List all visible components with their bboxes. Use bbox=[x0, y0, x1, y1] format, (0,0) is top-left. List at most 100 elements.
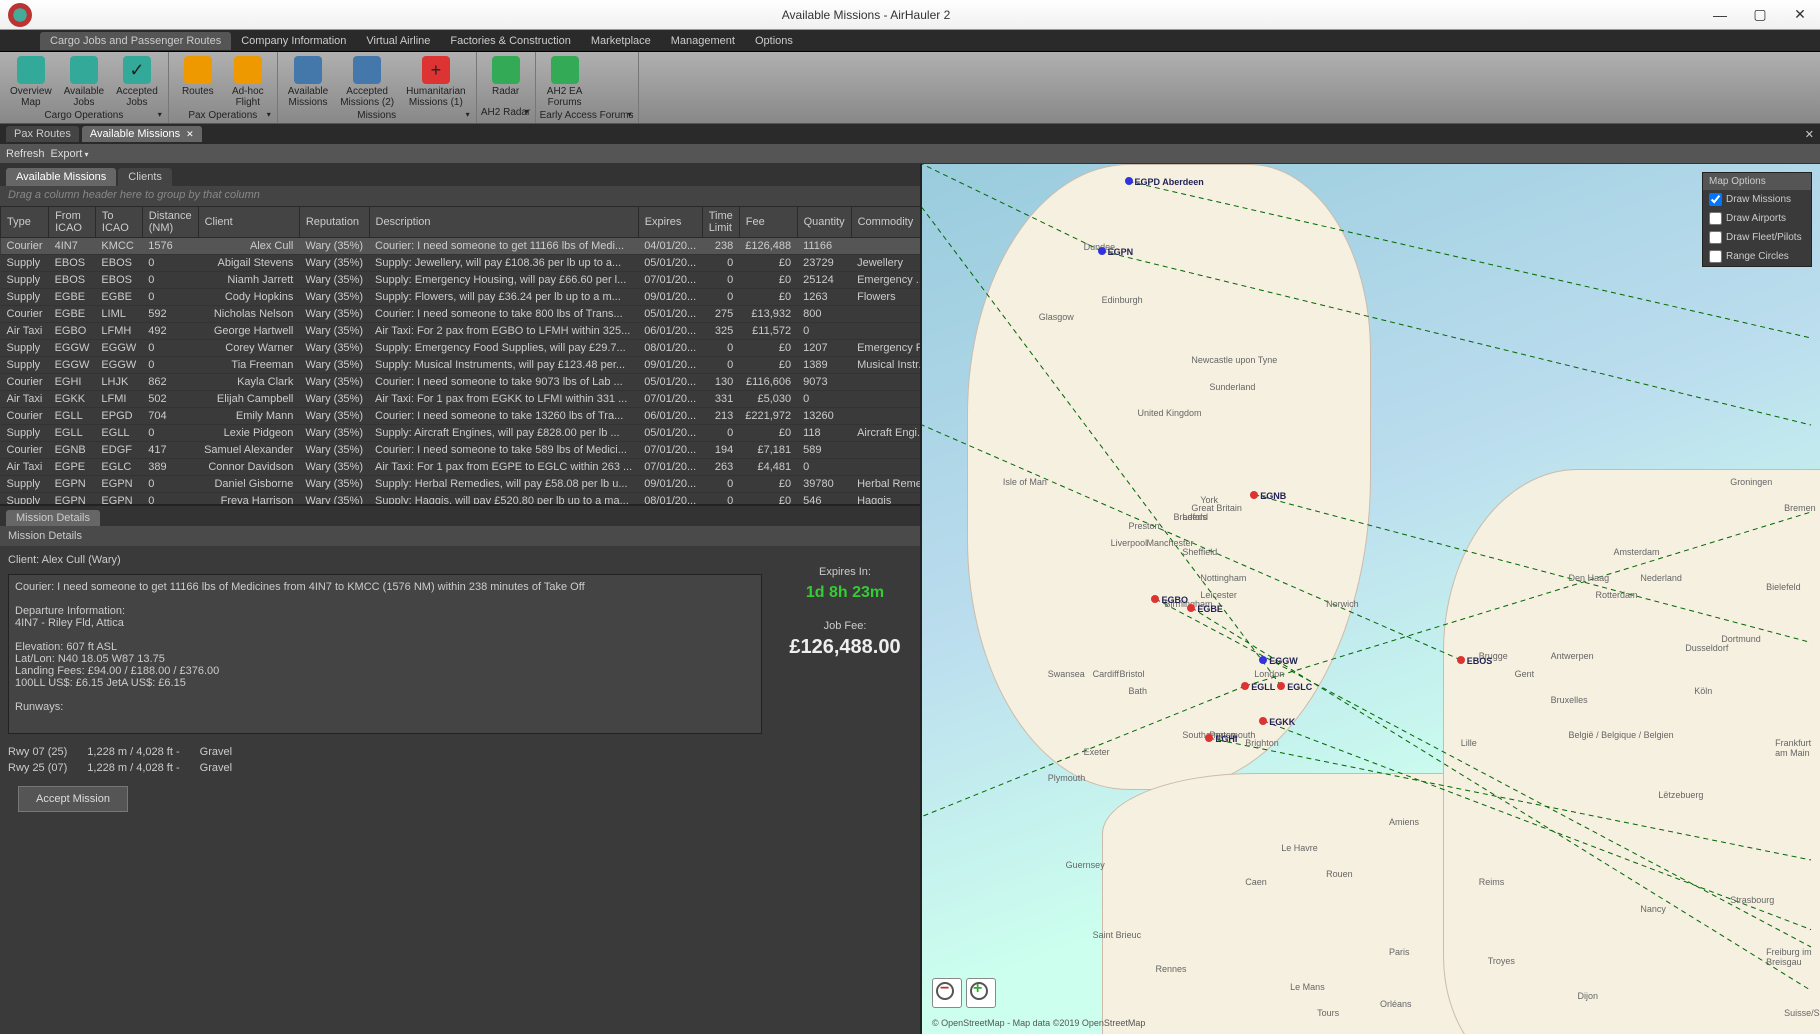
map-option-checkbox[interactable] bbox=[1709, 250, 1722, 263]
sub-tab[interactable]: Clients bbox=[118, 168, 172, 186]
radar-button[interactable]: Radar bbox=[481, 54, 531, 107]
column-header[interactable]: Commodity bbox=[851, 207, 920, 238]
forums-button[interactable]: AH2 EAForums bbox=[540, 54, 590, 110]
menu-tab[interactable]: Virtual Airline bbox=[356, 32, 440, 50]
airport-marker[interactable] bbox=[1259, 717, 1267, 725]
mission-description-text[interactable]: Courier: I need someone to get 11166 lbs… bbox=[8, 574, 762, 734]
document-tab[interactable]: Pax Routes bbox=[6, 126, 79, 142]
menu-tab[interactable]: Cargo Jobs and Passenger Routes bbox=[40, 32, 231, 50]
table-row[interactable]: SupplyEBOSEBOS0Niamh JarrettWary (35%)Su… bbox=[1, 272, 921, 289]
missions-table-wrap[interactable]: TypeFrom ICAOTo ICAODistance (NM)ClientR… bbox=[0, 206, 920, 506]
map-city-label: Caen bbox=[1245, 877, 1267, 887]
accept-mission-button[interactable]: Accept Mission bbox=[18, 786, 128, 812]
table-row[interactable]: SupplyEGPNEGPN0Daniel GisborneWary (35%)… bbox=[1, 476, 921, 493]
accepted-jobs-icon: ✓ bbox=[123, 56, 151, 84]
airport-marker[interactable] bbox=[1125, 177, 1133, 185]
table-row[interactable]: CourierEGNBEDGF417Samuel AlexanderWary (… bbox=[1, 442, 921, 459]
airport-marker[interactable] bbox=[1151, 595, 1159, 603]
overview-map-button[interactable]: OverviewMap bbox=[4, 54, 58, 110]
column-header[interactable]: Type bbox=[1, 207, 49, 238]
column-header[interactable]: Fee bbox=[739, 207, 797, 238]
close-tab-icon[interactable]: ✕ bbox=[186, 129, 194, 140]
available-jobs-button[interactable]: AvailableJobs bbox=[58, 54, 110, 110]
routes-button[interactable]: Routes bbox=[173, 54, 223, 110]
table-cell bbox=[851, 374, 920, 391]
zoom-out-button[interactable] bbox=[932, 978, 962, 1008]
adhoc-flight-button[interactable]: Ad-hocFlight bbox=[223, 54, 273, 110]
table-cell: 0 bbox=[797, 391, 851, 408]
map-option-checkbox[interactable] bbox=[1709, 193, 1722, 206]
airport-marker[interactable] bbox=[1259, 656, 1267, 664]
sub-tab[interactable]: Available Missions bbox=[6, 168, 116, 186]
table-cell: EGGW bbox=[49, 340, 96, 357]
airport-marker[interactable] bbox=[1457, 656, 1465, 664]
minimize-button[interactable]: — bbox=[1700, 1, 1740, 29]
table-row[interactable]: Air TaxiEGPEEGLC389Connor DavidsonWary (… bbox=[1, 459, 921, 476]
table-cell: EGBE bbox=[49, 289, 96, 306]
group-by-bar[interactable]: Drag a column header here to group by th… bbox=[0, 186, 920, 206]
menu-tab[interactable]: Company Information bbox=[231, 32, 356, 50]
close-all-tabs-button[interactable]: ✕ bbox=[1805, 128, 1814, 141]
table-cell bbox=[851, 442, 920, 459]
map-option-checkbox[interactable] bbox=[1709, 231, 1722, 244]
maximize-button[interactable]: ▢ bbox=[1740, 1, 1780, 29]
menu-tab[interactable]: Marketplace bbox=[581, 32, 661, 50]
column-header[interactable]: Description bbox=[369, 207, 638, 238]
column-header[interactable]: Expires bbox=[638, 207, 702, 238]
table-row[interactable]: SupplyEGPNEGPN0Freya HarrisonWary (35%)S… bbox=[1, 493, 921, 507]
table-row[interactable]: SupplyEGLLEGLL0Lexie PidgeonWary (35%)Su… bbox=[1, 425, 921, 442]
table-row[interactable]: CourierEGBELIML592Nicholas NelsonWary (3… bbox=[1, 306, 921, 323]
table-row[interactable]: SupplyEBOSEBOS0Abigail StevensWary (35%)… bbox=[1, 255, 921, 272]
airport-marker[interactable] bbox=[1241, 682, 1249, 690]
column-header[interactable]: To ICAO bbox=[95, 207, 142, 238]
document-tab[interactable]: Available Missions✕ bbox=[82, 126, 202, 142]
table-row[interactable]: CourierEGLLEPGD704Emily MannWary (35%)Co… bbox=[1, 408, 921, 425]
humanitarian-missions-button[interactable]: +HumanitarianMissions (1) bbox=[400, 54, 471, 110]
table-cell: £4,481 bbox=[739, 459, 797, 476]
table-cell: Herbal Reme... bbox=[851, 476, 920, 493]
menu-tab[interactable]: Management bbox=[661, 32, 745, 50]
refresh-button[interactable]: Refresh bbox=[6, 148, 45, 160]
table-row[interactable]: Air TaxiEGBOLFMH492George HartwellWary (… bbox=[1, 323, 921, 340]
airport-marker[interactable] bbox=[1250, 491, 1258, 499]
airport-marker[interactable] bbox=[1277, 682, 1285, 690]
airport-label: EGLL bbox=[1251, 682, 1275, 692]
map-option[interactable]: Draw Fleet/Pilots bbox=[1703, 228, 1811, 247]
map-canvas[interactable]: © OpenStreetMap - Map data ©2019 OpenStr… bbox=[922, 164, 1820, 1034]
airport-marker[interactable] bbox=[1205, 734, 1213, 742]
table-row[interactable]: Air TaxiEGKKLFMI502Elijah CampbellWary (… bbox=[1, 391, 921, 408]
table-cell bbox=[851, 306, 920, 323]
column-header[interactable]: Distance (NM) bbox=[142, 207, 198, 238]
available-missions-button[interactable]: AvailableMissions bbox=[282, 54, 334, 110]
column-header[interactable]: Quantity bbox=[797, 207, 851, 238]
airport-marker[interactable] bbox=[1187, 604, 1195, 612]
column-header[interactable]: Reputation bbox=[299, 207, 369, 238]
table-cell: 07/01/20... bbox=[638, 272, 702, 289]
table-row[interactable]: SupplyEGGWEGGW0Corey WarnerWary (35%)Sup… bbox=[1, 340, 921, 357]
table-row[interactable]: Courier4IN7KMCC1576Alex CullWary (35%)Co… bbox=[1, 238, 921, 255]
table-cell: Wary (35%) bbox=[299, 493, 369, 507]
map-city-label: Brighton bbox=[1245, 738, 1279, 748]
table-row[interactable]: SupplyEGBEEGBE0Cody HopkinsWary (35%)Sup… bbox=[1, 289, 921, 306]
table-row[interactable]: CourierEGHILHJK862Kayla ClarkWary (35%)C… bbox=[1, 374, 921, 391]
menu-tab[interactable]: Options bbox=[745, 32, 803, 50]
column-header[interactable]: Time Limit bbox=[702, 207, 739, 238]
table-row[interactable]: SupplyEGGWEGGW0Tia FreemanWary (35%)Supp… bbox=[1, 357, 921, 374]
column-header[interactable]: Client bbox=[198, 207, 299, 238]
export-button[interactable]: Export bbox=[51, 148, 89, 160]
airport-marker[interactable] bbox=[1098, 247, 1106, 255]
map-option[interactable]: Draw Airports bbox=[1703, 209, 1811, 228]
accepted-jobs-button[interactable]: ✓AcceptedJobs bbox=[110, 54, 164, 110]
table-cell: 0 bbox=[142, 476, 198, 493]
map-option[interactable]: Draw Missions bbox=[1703, 190, 1811, 209]
zoom-in-button[interactable] bbox=[966, 978, 996, 1008]
table-cell: LFMH bbox=[95, 323, 142, 340]
mission-details-tab[interactable]: Mission Details bbox=[6, 510, 100, 526]
accepted-missions-button[interactable]: AcceptedMissions (2) bbox=[334, 54, 400, 110]
column-header[interactable]: From ICAO bbox=[49, 207, 96, 238]
map-option[interactable]: Range Circles bbox=[1703, 247, 1811, 266]
close-button[interactable]: ✕ bbox=[1780, 1, 1820, 29]
map-option-checkbox[interactable] bbox=[1709, 212, 1722, 225]
map-zoom-controls bbox=[932, 978, 996, 1008]
menu-tab[interactable]: Factories & Construction bbox=[440, 32, 580, 50]
